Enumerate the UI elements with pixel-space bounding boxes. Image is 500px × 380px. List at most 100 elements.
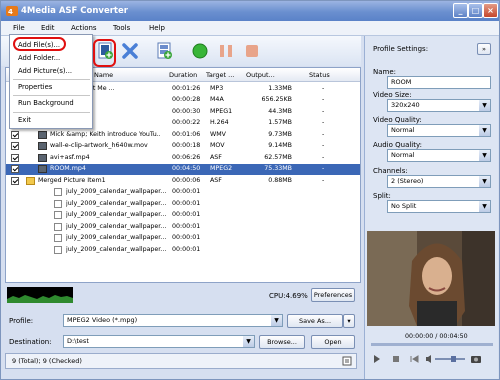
header-target[interactable]: Target ... [206,71,234,79]
row-output: 9.14MB [268,142,292,149]
table-row[interactable]: ROOM.mp4 00:04:50 MPEG2 75.33MB - [6,163,360,175]
minimize-button[interactable]: _ [453,3,468,18]
menu-item-properties[interactable]: Properties [18,83,52,91]
status-bar: 9 (Total); 9 (Checked) [5,353,357,369]
menu-tools[interactable]: Tools [113,24,130,32]
audio-quality-value: Normal [391,151,415,159]
destination-field[interactable]: D:\test ▼ [63,335,255,348]
row-output: 9.73MB [268,130,292,138]
menu-item-run-background[interactable]: Run Background [18,99,74,107]
chevron-down-icon[interactable]: ▼ [271,315,282,326]
save-as-dropdown[interactable]: ▾ [343,314,355,328]
row-target: MOV [210,142,225,149]
folder-icon [26,176,35,185]
row-duration: 00:00:01 [172,188,201,195]
menu-actions[interactable]: Actions [71,24,97,32]
convert-icon[interactable] [191,42,209,60]
highlight-circle [93,39,116,67]
preferences-button[interactable]: Preferences [311,288,355,302]
chevron-down-icon[interactable]: ▼ [479,125,490,136]
chevron-down-icon[interactable]: ▼ [479,150,490,161]
picture-icon [54,222,62,231]
add-segment-icon[interactable] [156,42,174,60]
row-checkbox[interactable] [11,153,19,162]
preview-frame-icon [367,231,495,326]
maximize-button[interactable]: □ [468,3,483,18]
table-row[interactable]: july_2009_calendar_wallpaper... 00:00:01 [6,221,360,233]
table-row[interactable]: july_2009_calendar_wallpaper... 00:00:01 [6,233,360,245]
row-duration: 00:01:26 [172,84,201,92]
seek-bar[interactable] [371,343,493,346]
remove-icon[interactable] [121,42,139,60]
row-name: avi+asf.mp4 [50,153,90,161]
row-duration: 00:06:26 [172,153,201,161]
channels-label: Channels: [373,167,408,175]
row-output: 44.3MB [268,107,292,115]
row-duration: 00:00:01 [172,245,201,253]
video-size-select[interactable]: 320x240 ▼ [387,99,491,112]
table-row[interactable]: july_2009_calendar_wallpaper... 00:00:01 [6,198,360,210]
row-duration: 00:00:01 [172,222,201,230]
profile-select[interactable]: MPEG2 Video (*.mpg) ▼ [63,314,283,327]
table-row[interactable]: july_2009_calendar_wallpaper... 00:00:01 [6,210,360,222]
menu-help[interactable]: Help [149,24,165,32]
video-quality-select[interactable]: Normal ▼ [387,124,491,137]
chevron-down-icon[interactable]: ▼ [479,176,490,187]
film-icon [38,130,47,139]
row-checkbox[interactable] [11,165,19,173]
playback-time: 00:00:00 / 00:04:50 [405,333,468,340]
app-logo-icon: 4 [6,6,18,16]
browse-button[interactable]: Browse... [259,335,305,349]
menu-separator [13,79,90,80]
save-as-button[interactable]: Save As... [287,314,343,328]
table-row[interactable]: wall-e-clip-artwork_h640w.mov 00:00:18 MOV… [6,141,360,153]
audio-quality-select[interactable]: Normal ▼ [387,149,491,162]
menu-separator [13,95,90,96]
header-output[interactable]: Output... [246,71,275,79]
row-checkbox[interactable] [11,176,19,185]
row-duration: 00:00:01 [172,211,201,218]
row-status: - [322,119,325,126]
menu-file[interactable]: File [13,24,25,32]
menu-item-add-pictures[interactable]: Add Picture(s)... [18,67,72,75]
header-duration[interactable]: Duration [169,71,197,79]
row-checkbox[interactable] [11,142,19,150]
row-output: 62.57MB [264,153,292,161]
name-field[interactable]: ROOM [387,76,491,89]
row-duration: 00:00:01 [172,234,201,241]
video-quality-label: Video Quality: [373,116,422,124]
header-name[interactable]: Name [94,71,113,79]
row-name: july_2009_calendar_wallpaper... [66,234,167,241]
channels-select[interactable]: 2 (Stereo) ▼ [387,175,491,188]
player-controls-icon[interactable] [371,353,493,365]
chevron-down-icon[interactable]: ▼ [479,100,490,111]
row-status: - [322,84,325,92]
row-target: ASF [210,176,222,184]
header-status[interactable]: Status [309,71,330,79]
open-button[interactable]: Open [311,335,355,349]
row-duration: 00:00:30 [172,107,201,115]
chevron-down-icon[interactable]: ▼ [479,201,490,212]
menu-item-add-folder[interactable]: Add Folder... [18,54,60,62]
close-button[interactable]: × [483,3,498,18]
pause-icon[interactable] [217,42,235,60]
stop-icon[interactable] [243,42,261,60]
row-checkbox[interactable] [11,130,19,139]
split-select[interactable]: No Split ▼ [387,200,491,213]
menu-item-exit[interactable]: Exit [18,116,31,124]
row-output: 75.33MB [264,165,292,172]
chevron-down-icon[interactable]: ▼ [243,336,254,347]
table-row[interactable]: Merged Picture Item1 00:00:06 ASF 0.88MB - [6,175,360,187]
table-row[interactable]: july_2009_calendar_wallpaper... 00:00:01 [6,244,360,256]
video-size-label: Video Size: [373,91,412,99]
picture-icon [54,245,62,254]
table-row[interactable]: avi+asf.mp4 00:06:26 ASF 62.57MB - [6,152,360,164]
table-row[interactable]: july_2009_calendar_wallpaper... 00:00:01 [6,187,360,199]
destination-value: D:\test [67,337,89,345]
settings-toggle-button[interactable]: » [477,43,491,55]
log-icon[interactable] [342,356,352,366]
row-target: H.264 [210,119,229,126]
app-window: 4 4Media ASF Converter _ □ × File Edit A… [0,0,500,380]
menu-edit[interactable]: Edit [41,24,55,32]
table-row[interactable]: Mick &amp; Keith introduce YouTu... 00:01… [6,129,360,141]
